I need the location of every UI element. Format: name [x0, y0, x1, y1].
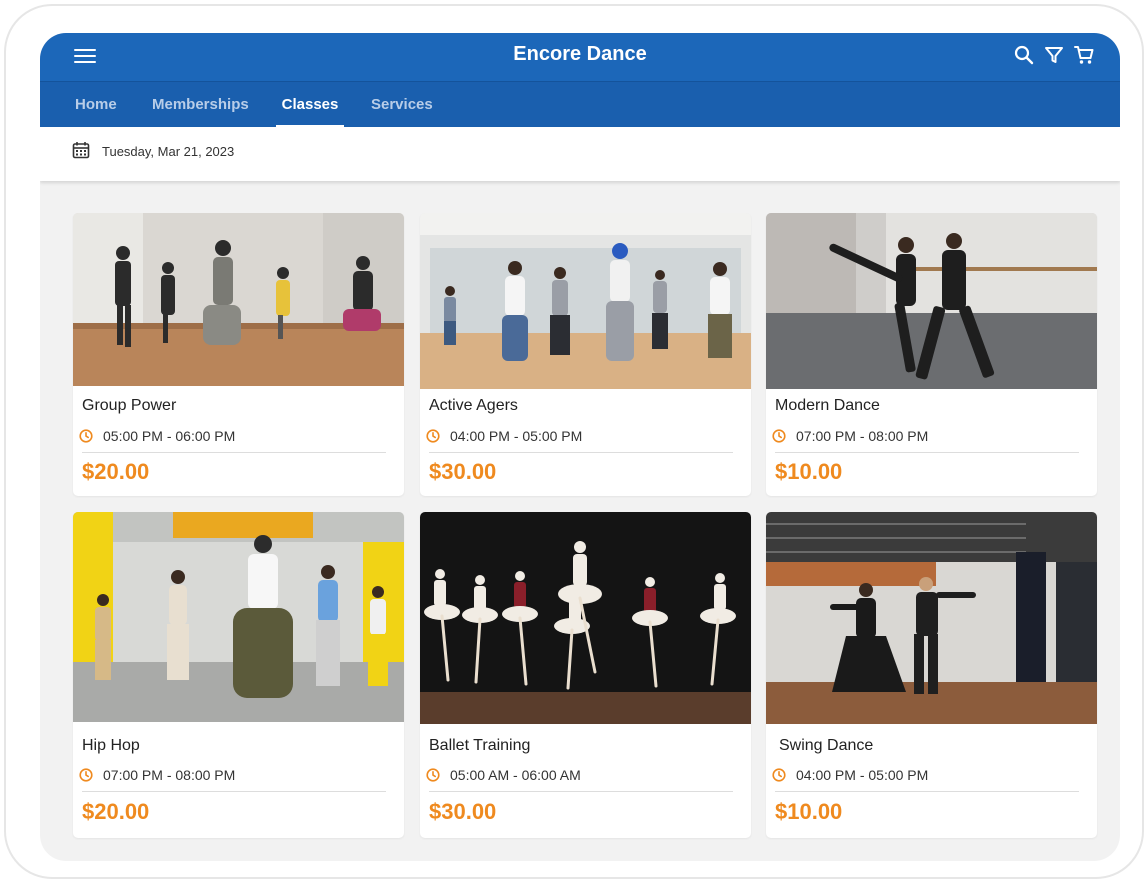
class-name: Hip Hop	[82, 737, 140, 754]
class-price: $10.00	[775, 799, 843, 824]
tablet-frame: Encore Dance Home Memberships Classes Se…	[4, 4, 1144, 879]
class-name: Active Agers	[429, 397, 518, 414]
class-photo	[766, 512, 1097, 724]
class-time: 05:00 PM - 06:00 PM	[103, 428, 236, 444]
clock-icon	[772, 768, 786, 782]
class-name: Swing Dance	[779, 737, 874, 754]
header-actions	[1014, 44, 1094, 66]
class-time: 04:00 PM - 05:00 PM	[450, 428, 583, 444]
card-divider	[429, 452, 733, 453]
clock-icon	[772, 429, 786, 443]
class-photo	[73, 512, 404, 722]
class-time: 04:00 PM - 05:00 PM	[796, 767, 929, 783]
tab-home[interactable]: Home	[75, 82, 117, 128]
class-time-row: 07:00 PM - 08:00 PM	[772, 428, 928, 444]
clock-icon	[426, 768, 440, 782]
filter-icon[interactable]	[1044, 44, 1064, 66]
class-price: $30.00	[429, 799, 497, 824]
class-time-row: 05:00 AM - 06:00 AM	[426, 767, 581, 783]
class-time-row: 04:00 PM - 05:00 PM	[426, 428, 582, 444]
search-icon[interactable]	[1014, 44, 1034, 66]
tab-bar: Home Memberships Classes Services	[40, 81, 1120, 128]
app-screen: Encore Dance Home Memberships Classes Se…	[40, 33, 1120, 861]
class-price: $20.00	[82, 459, 150, 484]
class-card[interactable]: Group Power 05:00 PM - 06:00 PM $20.00	[73, 213, 404, 496]
class-photo	[420, 213, 751, 389]
class-name: Ballet Training	[429, 737, 531, 754]
clock-icon	[79, 768, 93, 782]
class-time-row: 05:00 PM - 06:00 PM	[79, 428, 235, 444]
class-time-row: 04:00 PM - 05:00 PM	[772, 767, 928, 783]
class-card[interactable]: Ballet Training 05:00 AM - 06:00 AM $30.…	[420, 512, 751, 838]
class-card[interactable]: Swing Dance 04:00 PM - 05:00 PM $10.00	[766, 512, 1097, 838]
class-photo	[766, 213, 1097, 389]
app-header: Encore Dance	[40, 33, 1120, 81]
card-divider	[82, 791, 386, 792]
card-divider	[429, 791, 733, 792]
class-photo	[420, 512, 751, 724]
class-time: 07:00 PM - 08:00 PM	[796, 428, 929, 444]
cart-icon[interactable]	[1074, 44, 1094, 66]
class-price: $10.00	[775, 459, 843, 484]
app-title: Encore Dance	[513, 43, 647, 65]
class-time: 05:00 AM - 06:00 AM	[450, 767, 581, 783]
tab-services[interactable]: Services	[371, 82, 433, 128]
date-bar[interactable]: Tuesday, Mar 21, 2023	[40, 127, 1120, 181]
clock-icon	[79, 429, 93, 443]
class-photo	[73, 213, 404, 386]
class-time: 07:00 PM - 08:00 PM	[103, 767, 236, 783]
selected-date: Tuesday, Mar 21, 2023	[102, 144, 235, 159]
card-divider	[775, 452, 1079, 453]
class-time-row: 07:00 PM - 08:00 PM	[79, 767, 235, 783]
calendar-icon	[72, 142, 90, 159]
class-name: Group Power	[82, 397, 177, 414]
tab-memberships[interactable]: Memberships	[152, 82, 249, 128]
class-card[interactable]: Hip Hop 07:00 PM - 08:00 PM $20.00	[73, 512, 404, 838]
card-divider	[775, 791, 1079, 792]
clock-icon	[426, 429, 440, 443]
class-price: $30.00	[429, 459, 497, 484]
class-card[interactable]: Active Agers 04:00 PM - 05:00 PM $30.00	[420, 213, 751, 496]
card-divider	[82, 452, 386, 453]
class-name: Modern Dance	[775, 397, 880, 414]
class-card[interactable]: Modern Dance 07:00 PM - 08:00 PM $10.00	[766, 213, 1097, 496]
class-price: $20.00	[82, 799, 150, 824]
tab-classes[interactable]: Classes	[276, 82, 344, 128]
